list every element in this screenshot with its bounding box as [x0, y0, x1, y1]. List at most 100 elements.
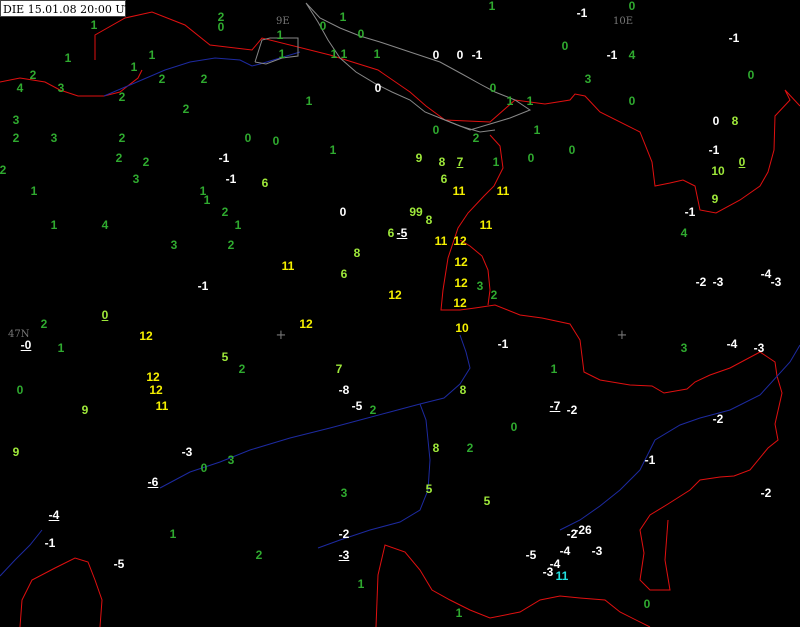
station-temperature-value: 6: [340, 267, 348, 281]
station-temperature-value: 1: [305, 94, 313, 108]
station-temperature-value: 0: [16, 383, 24, 397]
station-temperature-value: 9: [711, 192, 719, 206]
station-temperature-value: 1: [533, 123, 541, 137]
station-temperature-value: 11: [434, 234, 448, 248]
station-temperature-value: 3: [57, 81, 65, 95]
station-temperature-value: 0: [200, 461, 208, 475]
station-temperature-value: 11: [479, 218, 493, 232]
station-temperature-value: 12: [454, 255, 468, 269]
grid-cross-marker: +: [275, 328, 287, 343]
station-temperature-value: 12: [453, 234, 467, 248]
station-temperature-value: -5: [113, 557, 125, 571]
station-temperature-value: 2: [369, 403, 377, 417]
station-temperature-value: 2: [490, 288, 498, 302]
station-temperature-value: 5: [483, 494, 491, 508]
station-temperature-value: 1: [234, 218, 242, 232]
station-temperature-value: 5: [221, 350, 229, 364]
border-line-sw: [19, 557, 103, 627]
station-temperature-value: 2: [142, 155, 150, 169]
station-temperature-value: 1: [488, 0, 496, 13]
station-temperature-value: 1: [130, 60, 138, 74]
station-temperature-value: -8: [338, 383, 350, 397]
station-temperature-value: -2: [566, 527, 578, 541]
station-temperature-value: 2: [158, 72, 166, 86]
station-temperature-value: -4: [726, 337, 738, 351]
station-temperature-value: 9: [12, 445, 20, 459]
station-temperature-value: -3: [770, 275, 782, 289]
station-temperature-value: 12: [454, 276, 468, 290]
station-temperature-value: 11: [281, 259, 295, 273]
timestamp-label: DIE 15.01.08 20:00 UTC: [0, 0, 140, 17]
station-temperature-value: 11: [155, 399, 169, 413]
station-temperature-value: -3: [753, 341, 765, 355]
station-temperature-value: -3: [181, 445, 193, 459]
station-temperature-value: -1: [728, 31, 740, 45]
station-temperature-value: 1: [169, 527, 177, 541]
station-temperature-value: 4: [16, 81, 24, 95]
station-temperature-value: 1: [50, 218, 58, 232]
station-temperature-value: 1: [330, 47, 338, 61]
weather-map: DIE 15.01.08 20:00 UTC 9E 10E 47N + + 1-…: [0, 0, 800, 627]
station-temperature-value: -2: [338, 527, 350, 541]
station-temperature-value: 2: [182, 102, 190, 116]
station-temperature-value: 11: [496, 184, 510, 198]
station-temperature-value: 4: [628, 48, 636, 62]
station-temperature-value: -3: [542, 565, 554, 579]
station-temperature-value: -5: [525, 548, 537, 562]
border-line-liechtenstein: [440, 134, 783, 591]
river-line-south: [317, 403, 431, 549]
station-temperature-value: 3: [227, 453, 235, 467]
station-temperature-value: 8: [432, 441, 440, 455]
station-temperature-value: 0: [568, 143, 576, 157]
station-temperature-value: 2: [12, 131, 20, 145]
station-temperature-value: -3: [712, 275, 724, 289]
station-temperature-value: 1: [492, 155, 500, 169]
station-temperature-value: 2: [118, 90, 126, 104]
station-temperature-value: 2: [466, 441, 474, 455]
station-temperature-value: 7: [335, 362, 343, 376]
station-temperature-value: 1: [339, 10, 347, 24]
station-temperature-value: 1: [57, 341, 65, 355]
station-temperature-value: 1: [526, 94, 534, 108]
station-temperature-value: 1: [30, 184, 38, 198]
station-temperature-value: 3: [476, 279, 484, 293]
station-temperature-value: 1: [340, 47, 348, 61]
station-temperature-value: -1: [644, 453, 656, 467]
station-temperature-value: -1: [218, 151, 230, 165]
station-temperature-value: -1: [497, 337, 509, 351]
station-temperature-value: 0: [357, 27, 365, 41]
border-line-south: [375, 544, 651, 627]
station-temperature-value: 7: [456, 155, 464, 169]
station-temperature-value: 1: [203, 193, 211, 207]
station-temperature-value: 0: [101, 308, 109, 322]
station-temperature-value: -1: [471, 48, 483, 62]
station-temperature-value: -2: [566, 403, 578, 417]
station-temperature-value: 1: [278, 47, 286, 61]
station-temperature-value: 12: [146, 370, 160, 384]
station-temperature-value: 0: [527, 151, 535, 165]
station-temperature-value: 0: [217, 20, 225, 34]
station-temperature-value: 0: [510, 420, 518, 434]
station-temperature-value: -1: [576, 6, 588, 20]
station-temperature-value: 4: [680, 226, 688, 240]
station-temperature-value: -7: [549, 399, 561, 413]
station-temperature-value: 2: [0, 163, 7, 177]
station-temperature-value: 3: [680, 341, 688, 355]
station-temperature-value: 3: [132, 172, 140, 186]
station-temperature-value: 0: [712, 114, 720, 128]
station-temperature-value: 2: [40, 317, 48, 331]
station-temperature-value: -1: [606, 48, 618, 62]
station-temperature-value: 10: [455, 321, 469, 335]
station-temperature-value: 0: [432, 123, 440, 137]
station-temperature-value: 8: [353, 246, 361, 260]
station-temperature-value: 5: [425, 482, 433, 496]
station-temperature-value: 2: [221, 205, 229, 219]
station-temperature-value: -4: [559, 544, 571, 558]
station-temperature-value: -3: [591, 544, 603, 558]
station-temperature-value: 99: [409, 205, 423, 219]
station-temperature-value: 12: [149, 383, 163, 397]
station-temperature-value: 12: [453, 296, 467, 310]
station-temperature-value: -1: [684, 205, 696, 219]
station-temperature-value: -1: [225, 172, 237, 186]
station-temperature-value: 1: [455, 606, 463, 620]
